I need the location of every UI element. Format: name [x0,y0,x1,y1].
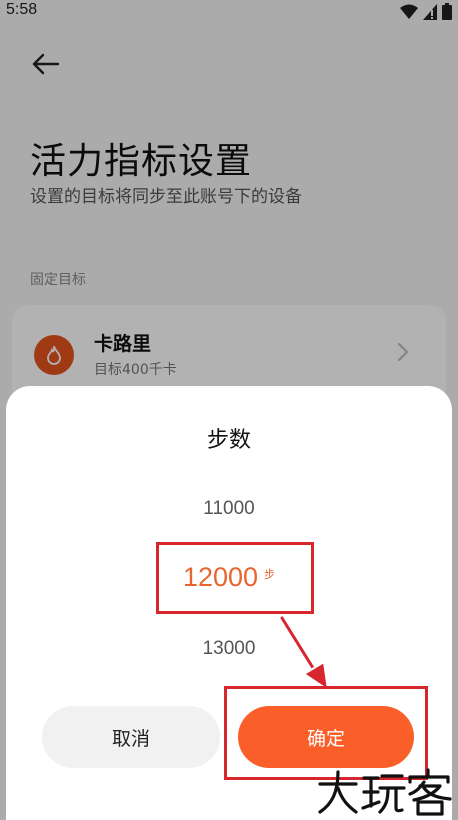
steps-picker-sheet: 步数 11000 12000 步 13000 取消 确定 [6,386,452,820]
picker-option-below[interactable]: 13000 [6,638,452,660]
cancel-button[interactable]: 取消 [42,706,220,768]
selected-value-highlight [156,542,314,614]
sheet-title: 步数 [206,428,251,453]
annotation-arrow-icon [278,614,330,692]
picker-option-above[interactable]: 11000 [6,498,452,520]
watermark-logo [318,768,452,816]
